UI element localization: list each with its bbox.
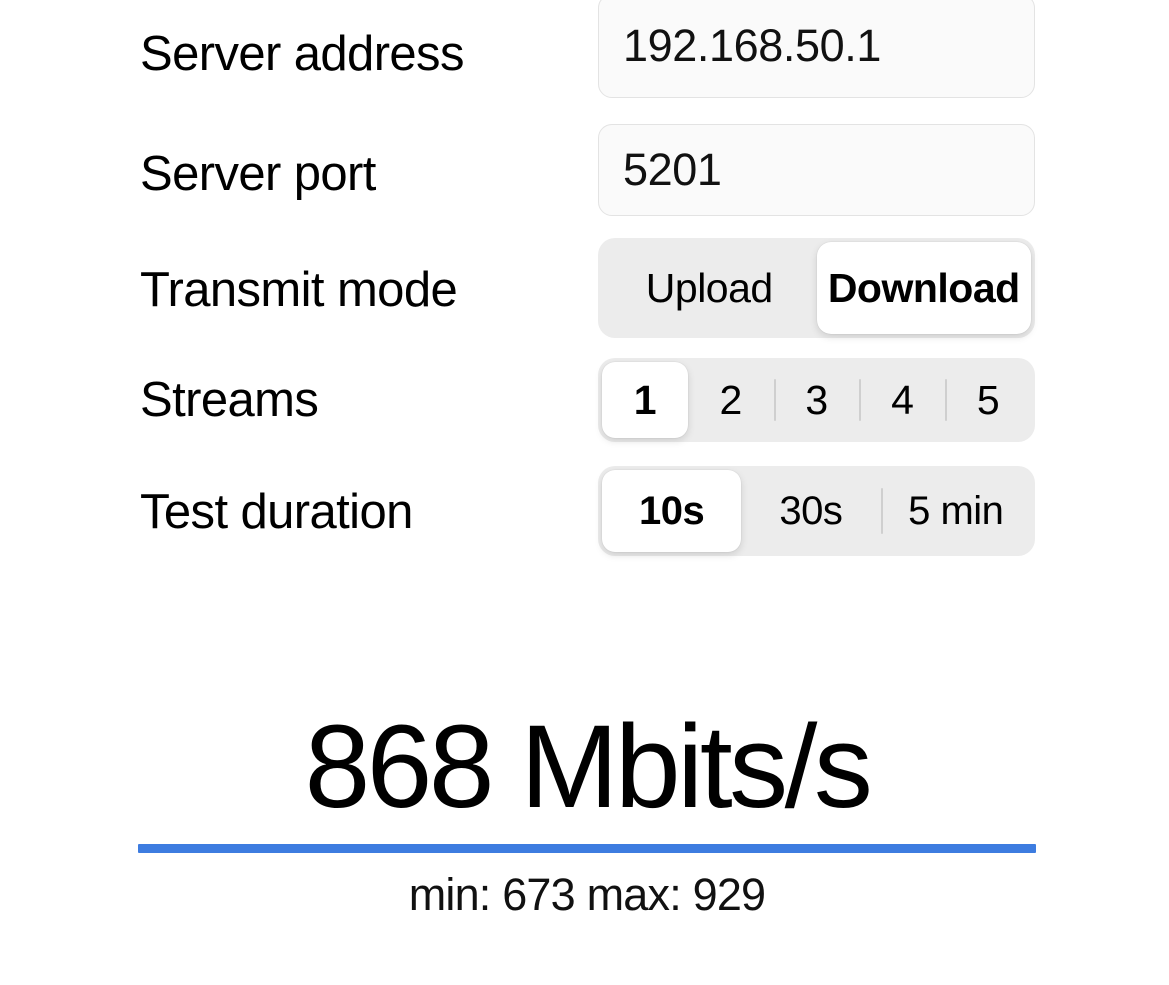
streams-segmented-control[interactable]: 1 2 3 4 5 (598, 358, 1035, 442)
streams-option-2[interactable]: 2 (688, 362, 774, 438)
streams-option-3[interactable]: 3 (773, 362, 860, 438)
test-duration-option-10s[interactable]: 10s (602, 470, 742, 552)
label-test-duration: Test duration (140, 485, 413, 539)
server-address-input[interactable] (598, 0, 1035, 98)
streams-option-4[interactable]: 4 (859, 362, 945, 438)
throughput-value: 868 Mbits/s (304, 701, 873, 833)
test-duration-option-30s[interactable]: 30s (741, 470, 880, 552)
throughput-min-max: min: 673 max: 929 (408, 868, 766, 920)
label-server-port: Server port (140, 147, 376, 201)
server-port-input[interactable] (598, 124, 1035, 216)
throughput-bar (138, 843, 1036, 853)
label-streams: Streams (140, 373, 319, 427)
label-server-address: Server address (140, 27, 464, 81)
test-duration-segmented-control[interactable]: 10s 30s 5 min (598, 466, 1035, 556)
streams-option-1[interactable]: 1 (602, 362, 688, 438)
transmit-mode-option-download[interactable]: Download (816, 242, 1031, 334)
result-panel: 868 Mbits/s min: 673 max: 929 (138, 701, 1036, 921)
transmit-mode-option-upload[interactable]: Upload (602, 242, 817, 334)
iperf-test-screen: Server address Server address Server por… (0, 0, 1169, 985)
streams-option-5[interactable]: 5 (945, 362, 1031, 438)
test-duration-option-5min[interactable]: 5 min (880, 470, 1031, 552)
label-transmit-mode: Transmit mode (140, 263, 458, 317)
transmit-mode-segmented-control[interactable]: Upload Download (598, 238, 1035, 338)
